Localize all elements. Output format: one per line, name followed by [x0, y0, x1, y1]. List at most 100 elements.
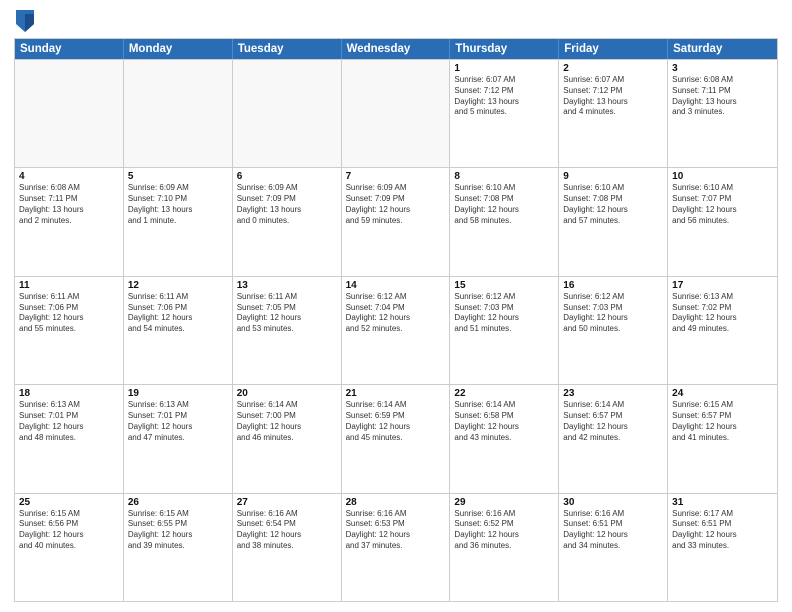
cal-cell: 17Sunrise: 6:13 AM Sunset: 7:02 PM Dayli…: [668, 277, 777, 384]
day-number: 16: [563, 280, 663, 291]
day-info: Sunrise: 6:16 AM Sunset: 6:51 PM Dayligh…: [563, 509, 663, 552]
day-number: 23: [563, 388, 663, 399]
header: [14, 10, 778, 32]
day-number: 29: [454, 497, 554, 508]
day-info: Sunrise: 6:16 AM Sunset: 6:54 PM Dayligh…: [237, 509, 337, 552]
day-info: Sunrise: 6:13 AM Sunset: 7:01 PM Dayligh…: [19, 400, 119, 443]
day-info: Sunrise: 6:11 AM Sunset: 7:06 PM Dayligh…: [19, 292, 119, 335]
day-number: 7: [346, 171, 446, 182]
day-info: Sunrise: 6:13 AM Sunset: 7:01 PM Dayligh…: [128, 400, 228, 443]
cal-cell: 4Sunrise: 6:08 AM Sunset: 7:11 PM Daylig…: [15, 168, 124, 275]
day-info: Sunrise: 6:16 AM Sunset: 6:53 PM Dayligh…: [346, 509, 446, 552]
day-info: Sunrise: 6:10 AM Sunset: 7:08 PM Dayligh…: [454, 183, 554, 226]
day-number: 6: [237, 171, 337, 182]
cal-cell: [342, 60, 451, 167]
day-number: 21: [346, 388, 446, 399]
day-number: 17: [672, 280, 773, 291]
day-number: 30: [563, 497, 663, 508]
cal-cell: 6Sunrise: 6:09 AM Sunset: 7:09 PM Daylig…: [233, 168, 342, 275]
day-info: Sunrise: 6:08 AM Sunset: 7:11 PM Dayligh…: [672, 75, 773, 118]
cal-cell: 7Sunrise: 6:09 AM Sunset: 7:09 PM Daylig…: [342, 168, 451, 275]
day-info: Sunrise: 6:15 AM Sunset: 6:57 PM Dayligh…: [672, 400, 773, 443]
cal-row-2: 4Sunrise: 6:08 AM Sunset: 7:11 PM Daylig…: [15, 167, 777, 275]
day-number: 20: [237, 388, 337, 399]
day-info: Sunrise: 6:09 AM Sunset: 7:10 PM Dayligh…: [128, 183, 228, 226]
day-info: Sunrise: 6:14 AM Sunset: 6:57 PM Dayligh…: [563, 400, 663, 443]
cal-cell: 30Sunrise: 6:16 AM Sunset: 6:51 PM Dayli…: [559, 494, 668, 601]
cal-cell: 26Sunrise: 6:15 AM Sunset: 6:55 PM Dayli…: [124, 494, 233, 601]
cal-header-monday: Monday: [124, 39, 233, 59]
day-info: Sunrise: 6:15 AM Sunset: 6:55 PM Dayligh…: [128, 509, 228, 552]
cal-cell: 1Sunrise: 6:07 AM Sunset: 7:12 PM Daylig…: [450, 60, 559, 167]
day-number: 25: [19, 497, 119, 508]
cal-cell: 3Sunrise: 6:08 AM Sunset: 7:11 PM Daylig…: [668, 60, 777, 167]
day-number: 19: [128, 388, 228, 399]
day-number: 31: [672, 497, 773, 508]
day-info: Sunrise: 6:12 AM Sunset: 7:03 PM Dayligh…: [563, 292, 663, 335]
cal-cell: 10Sunrise: 6:10 AM Sunset: 7:07 PM Dayli…: [668, 168, 777, 275]
cal-cell: 16Sunrise: 6:12 AM Sunset: 7:03 PM Dayli…: [559, 277, 668, 384]
day-number: 5: [128, 171, 228, 182]
cal-cell: 13Sunrise: 6:11 AM Sunset: 7:05 PM Dayli…: [233, 277, 342, 384]
cal-cell: 25Sunrise: 6:15 AM Sunset: 6:56 PM Dayli…: [15, 494, 124, 601]
cal-cell: 18Sunrise: 6:13 AM Sunset: 7:01 PM Dayli…: [15, 385, 124, 492]
day-number: 26: [128, 497, 228, 508]
day-number: 1: [454, 63, 554, 74]
cal-cell: [15, 60, 124, 167]
cal-cell: 28Sunrise: 6:16 AM Sunset: 6:53 PM Dayli…: [342, 494, 451, 601]
logo-icon: [16, 10, 34, 32]
day-number: 22: [454, 388, 554, 399]
cal-header-tuesday: Tuesday: [233, 39, 342, 59]
cal-cell: [233, 60, 342, 167]
cal-cell: 9Sunrise: 6:10 AM Sunset: 7:08 PM Daylig…: [559, 168, 668, 275]
day-info: Sunrise: 6:11 AM Sunset: 7:05 PM Dayligh…: [237, 292, 337, 335]
day-info: Sunrise: 6:11 AM Sunset: 7:06 PM Dayligh…: [128, 292, 228, 335]
cal-row-4: 18Sunrise: 6:13 AM Sunset: 7:01 PM Dayli…: [15, 384, 777, 492]
cal-header-sunday: Sunday: [15, 39, 124, 59]
cal-cell: 23Sunrise: 6:14 AM Sunset: 6:57 PM Dayli…: [559, 385, 668, 492]
day-info: Sunrise: 6:12 AM Sunset: 7:03 PM Dayligh…: [454, 292, 554, 335]
day-number: 13: [237, 280, 337, 291]
day-info: Sunrise: 6:17 AM Sunset: 6:51 PM Dayligh…: [672, 509, 773, 552]
cal-header-wednesday: Wednesday: [342, 39, 451, 59]
cal-cell: 24Sunrise: 6:15 AM Sunset: 6:57 PM Dayli…: [668, 385, 777, 492]
day-info: Sunrise: 6:09 AM Sunset: 7:09 PM Dayligh…: [237, 183, 337, 226]
cal-header-friday: Friday: [559, 39, 668, 59]
day-number: 4: [19, 171, 119, 182]
cal-header-thursday: Thursday: [450, 39, 559, 59]
day-info: Sunrise: 6:14 AM Sunset: 6:59 PM Dayligh…: [346, 400, 446, 443]
day-number: 11: [19, 280, 119, 291]
cal-cell: 22Sunrise: 6:14 AM Sunset: 6:58 PM Dayli…: [450, 385, 559, 492]
day-number: 24: [672, 388, 773, 399]
page: SundayMondayTuesdayWednesdayThursdayFrid…: [0, 0, 792, 612]
day-info: Sunrise: 6:07 AM Sunset: 7:12 PM Dayligh…: [454, 75, 554, 118]
calendar: SundayMondayTuesdayWednesdayThursdayFrid…: [14, 38, 778, 602]
cal-cell: 11Sunrise: 6:11 AM Sunset: 7:06 PM Dayli…: [15, 277, 124, 384]
day-number: 18: [19, 388, 119, 399]
day-info: Sunrise: 6:12 AM Sunset: 7:04 PM Dayligh…: [346, 292, 446, 335]
day-number: 2: [563, 63, 663, 74]
day-number: 14: [346, 280, 446, 291]
calendar-body: 1Sunrise: 6:07 AM Sunset: 7:12 PM Daylig…: [15, 59, 777, 601]
day-info: Sunrise: 6:10 AM Sunset: 7:08 PM Dayligh…: [563, 183, 663, 226]
day-info: Sunrise: 6:14 AM Sunset: 7:00 PM Dayligh…: [237, 400, 337, 443]
day-info: Sunrise: 6:13 AM Sunset: 7:02 PM Dayligh…: [672, 292, 773, 335]
cal-cell: 15Sunrise: 6:12 AM Sunset: 7:03 PM Dayli…: [450, 277, 559, 384]
day-info: Sunrise: 6:08 AM Sunset: 7:11 PM Dayligh…: [19, 183, 119, 226]
day-info: Sunrise: 6:14 AM Sunset: 6:58 PM Dayligh…: [454, 400, 554, 443]
cal-cell: 27Sunrise: 6:16 AM Sunset: 6:54 PM Dayli…: [233, 494, 342, 601]
cal-row-5: 25Sunrise: 6:15 AM Sunset: 6:56 PM Dayli…: [15, 493, 777, 601]
cal-cell: 14Sunrise: 6:12 AM Sunset: 7:04 PM Dayli…: [342, 277, 451, 384]
cal-cell: 21Sunrise: 6:14 AM Sunset: 6:59 PM Dayli…: [342, 385, 451, 492]
day-number: 27: [237, 497, 337, 508]
cal-cell: 29Sunrise: 6:16 AM Sunset: 6:52 PM Dayli…: [450, 494, 559, 601]
day-number: 15: [454, 280, 554, 291]
calendar-header: SundayMondayTuesdayWednesdayThursdayFrid…: [15, 39, 777, 59]
cal-cell: 31Sunrise: 6:17 AM Sunset: 6:51 PM Dayli…: [668, 494, 777, 601]
day-number: 9: [563, 171, 663, 182]
day-info: Sunrise: 6:15 AM Sunset: 6:56 PM Dayligh…: [19, 509, 119, 552]
day-number: 3: [672, 63, 773, 74]
cal-cell: 5Sunrise: 6:09 AM Sunset: 7:10 PM Daylig…: [124, 168, 233, 275]
day-number: 10: [672, 171, 773, 182]
day-info: Sunrise: 6:09 AM Sunset: 7:09 PM Dayligh…: [346, 183, 446, 226]
